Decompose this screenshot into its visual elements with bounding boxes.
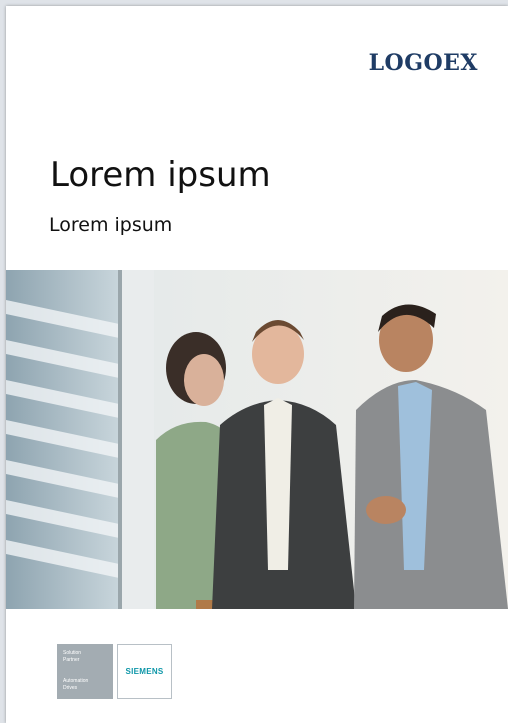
company-logo: LOGOEX	[368, 50, 478, 76]
badge-line-partner: Partner	[63, 657, 80, 663]
badge-line-drives: Drives	[63, 685, 78, 691]
siemens-logo: SIEMENS	[125, 667, 164, 676]
cover-photo	[6, 270, 508, 609]
document-page: LOGOEX Lorem ipsum Lorem ipsum Solution …	[6, 6, 508, 723]
siemens-solution-partner-badge: Solution Partner Automation Drives SIEME…	[57, 644, 172, 699]
page-title: Lorem ipsum	[50, 155, 271, 195]
three-business-people-image	[6, 270, 508, 609]
page-subtitle: Lorem ipsum	[49, 214, 173, 236]
siemens-logo-box: SIEMENS	[117, 644, 172, 699]
badge-line-solution: Solution	[63, 650, 82, 656]
solution-partner-box: Solution Partner Automation Drives	[57, 644, 113, 699]
badge-line-automation: Automation	[63, 678, 89, 684]
